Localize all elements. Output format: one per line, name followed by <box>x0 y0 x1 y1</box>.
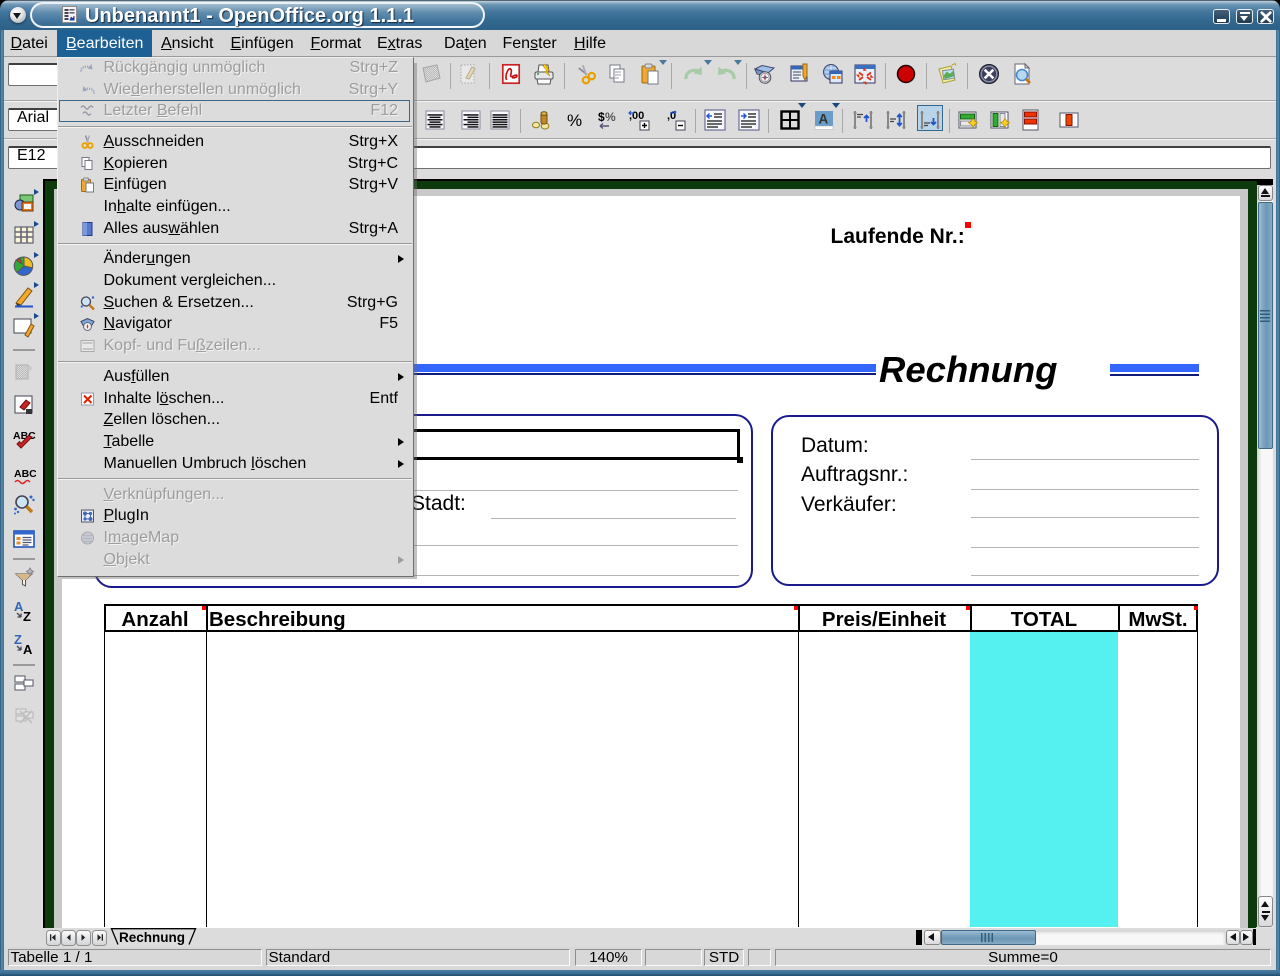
svg-text:ABC: ABC <box>14 468 36 480</box>
svg-text:A: A <box>819 112 829 127</box>
svg-text:%: % <box>567 111 582 130</box>
svg-text:Z: Z <box>23 609 31 623</box>
svg-text:A: A <box>23 642 33 656</box>
svg-text:%: % <box>605 110 616 124</box>
svg-text:$: $ <box>598 110 605 124</box>
svg-text:,00: ,00 <box>629 110 644 122</box>
svg-text:Z: Z <box>14 632 22 647</box>
